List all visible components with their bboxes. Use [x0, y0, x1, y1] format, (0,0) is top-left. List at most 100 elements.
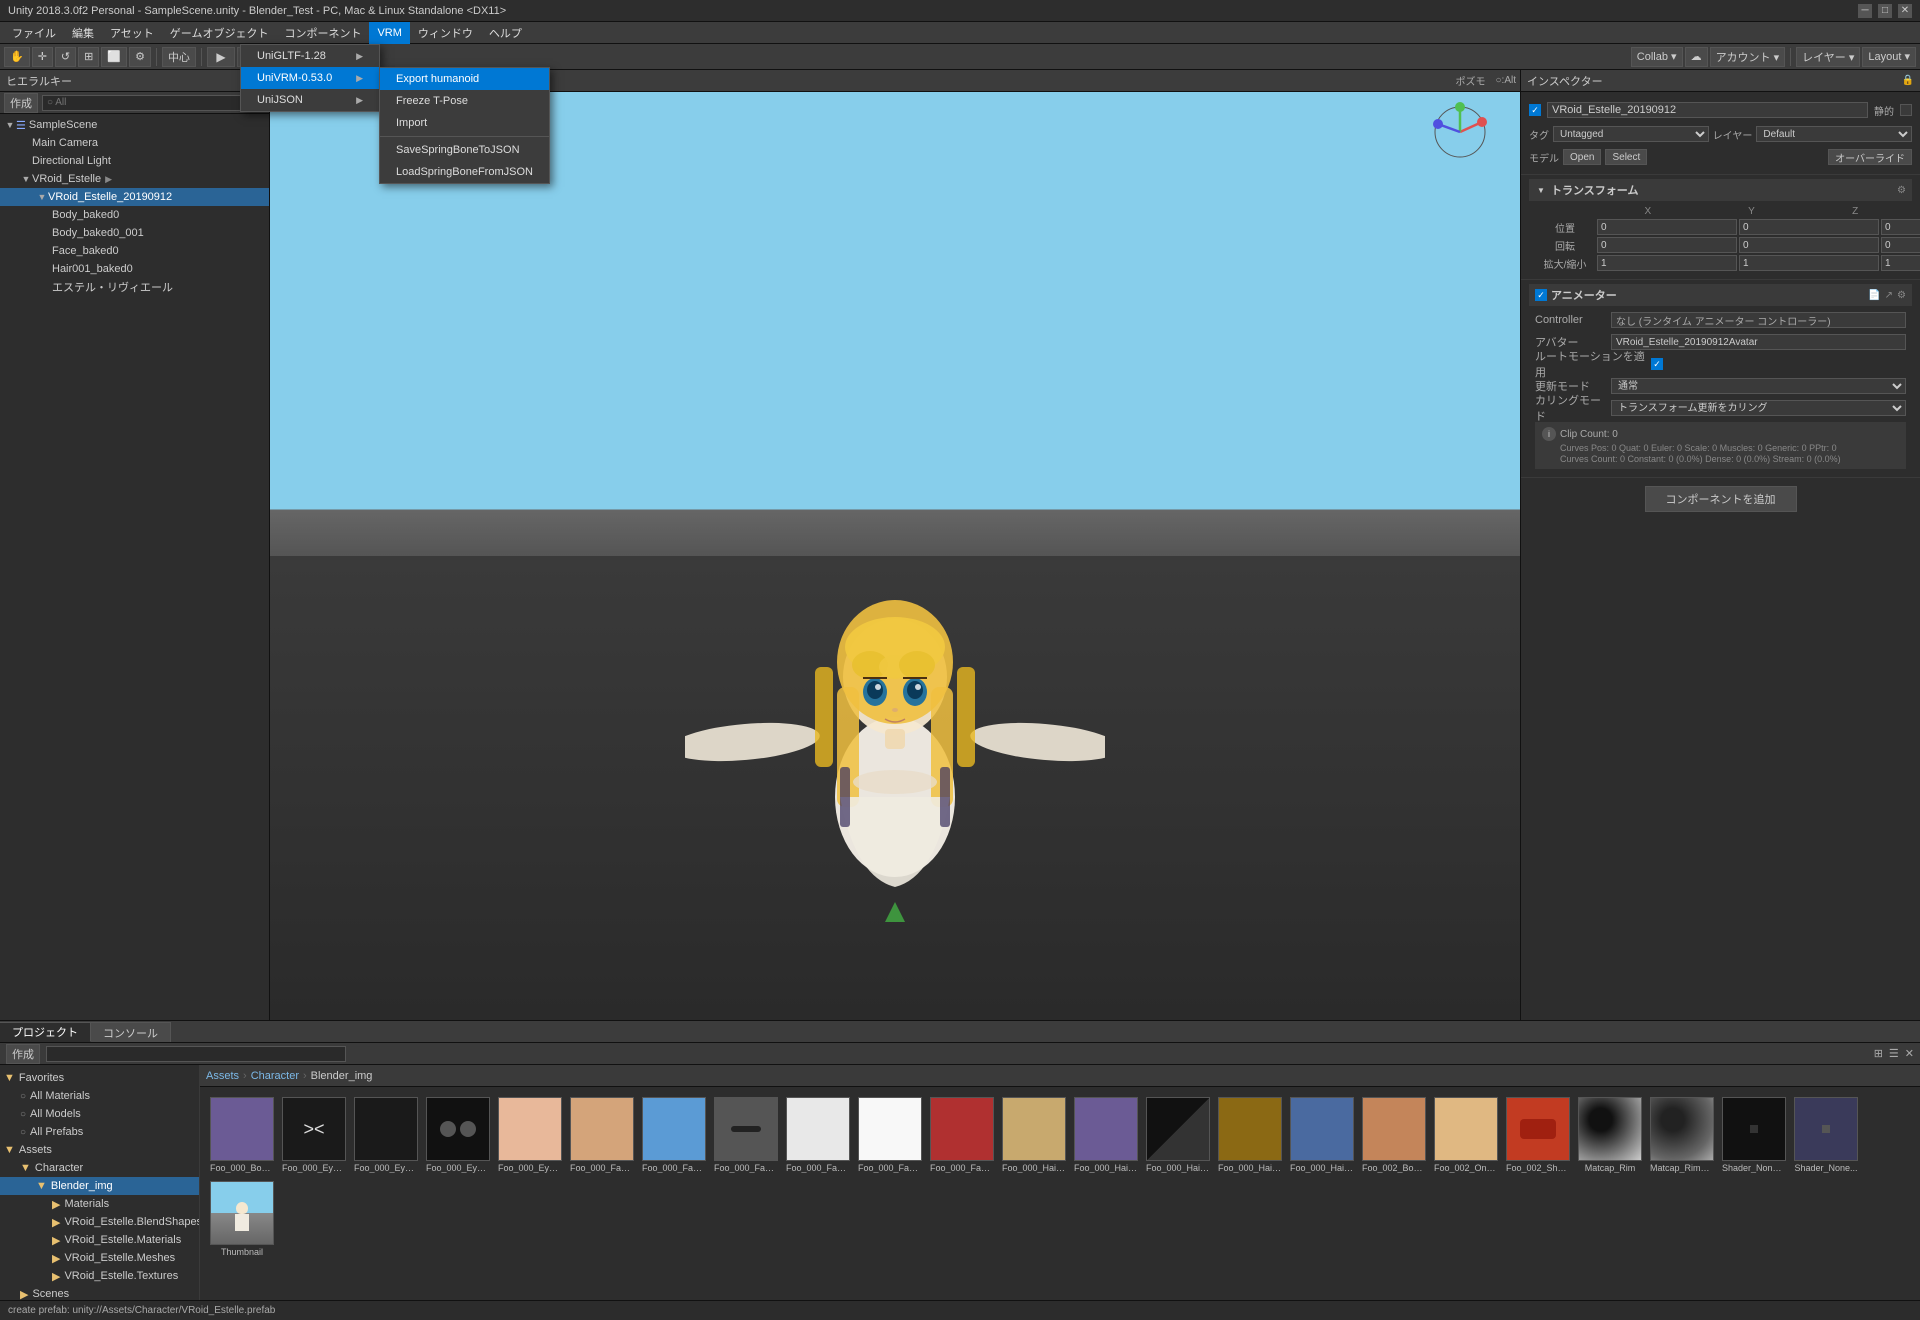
breadcrumb-assets[interactable]: Assets [206, 1070, 239, 1082]
hierarchy-item-vroid-estelle-20190912[interactable]: ▼ VRoid_Estelle_20190912 [0, 188, 269, 206]
animator-icon2[interactable]: ↗ [1885, 290, 1893, 301]
collab-button[interactable]: Collab ▾ [1631, 47, 1683, 67]
hierarchy-item-vroid-estelle[interactable]: ▼ VRoid_Estelle ▶ [0, 170, 269, 188]
asset-item-hair[interactable]: Foo_000_Hair_... [1000, 1095, 1068, 1175]
tree-assets[interactable]: ▼ Assets [0, 1141, 199, 1159]
culling-select[interactable]: トランスフォーム更新をカリング [1611, 400, 1906, 416]
maximize-button[interactable]: □ [1878, 4, 1892, 18]
menu-edit[interactable]: 編集 [64, 22, 102, 44]
asset-item-shader-none2[interactable]: Shader_None... [1792, 1095, 1860, 1175]
project-icon1[interactable]: ⊞ [1874, 1047, 1883, 1060]
account-button[interactable]: アカウント ▾ [1710, 47, 1786, 67]
tree-blendshapes[interactable]: ▶ VRoid_Estelle.BlendShapes [0, 1213, 199, 1231]
tree-all-prefabs[interactable]: ○ All Prefabs [0, 1123, 199, 1141]
asset-item-hairb[interactable]: Foo_000_HairB... [1144, 1095, 1212, 1175]
rotation-y[interactable] [1739, 237, 1879, 253]
asset-item-eyehi[interactable]: Foo_000_EyeHi... [352, 1095, 420, 1175]
transform-header[interactable]: ▼ トランスフォーム ⚙ [1529, 179, 1912, 201]
scale-x[interactable] [1597, 255, 1737, 271]
breadcrumb-character[interactable]: Character [251, 1070, 299, 1082]
asset-item-facee[interactable]: Foo_000_FaceE... [856, 1095, 924, 1175]
object-name-field[interactable] [1547, 102, 1868, 118]
menu-univrm[interactable]: UniVRM-0.53.0 Export humanoid Freeze T-P… [241, 67, 379, 89]
asset-item-face2[interactable]: Foo_000_Face... [640, 1095, 708, 1175]
menu-export-humanoid[interactable]: Export humanoid [380, 68, 549, 90]
transform-gear-icon[interactable]: ⚙ [1897, 185, 1906, 196]
layer-select[interactable]: Default [1756, 126, 1912, 142]
asset-item-thumbnail[interactable]: Thumbnail [208, 1179, 276, 1259]
asset-item-eyehi2[interactable]: Foo_000_EyeHi... [424, 1095, 492, 1175]
center-button[interactable]: 中心 [162, 47, 196, 67]
project-create-btn[interactable]: 作成 [6, 1044, 40, 1064]
move-tool[interactable]: ✛ [32, 47, 53, 67]
position-y[interactable] [1739, 219, 1879, 235]
rotate-tool[interactable]: ↺ [55, 47, 76, 67]
tree-all-materials[interactable]: ○ All Materials [0, 1087, 199, 1105]
tab-project[interactable]: プロジェクト [0, 1022, 91, 1042]
menu-gameobject[interactable]: ゲームオブジェクト [162, 22, 277, 44]
tag-select[interactable]: Untagged [1553, 126, 1709, 142]
position-z[interactable] [1881, 219, 1920, 235]
project-icon3[interactable]: ✕ [1905, 1047, 1914, 1060]
add-component-button[interactable]: コンポーネントを追加 [1645, 486, 1797, 512]
scale-z[interactable] [1881, 255, 1920, 271]
asset-item-shader-none[interactable]: Shader_NoneB... [1720, 1095, 1788, 1175]
tree-favorites[interactable]: ▼ Favorites [0, 1069, 199, 1087]
animator-active-checkbox[interactable]: ✓ [1535, 289, 1547, 301]
hierarchy-item-estelle[interactable]: エステル・リヴィエール [0, 278, 269, 296]
layout-button[interactable]: Layout ▾ [1862, 47, 1916, 67]
menu-freeze-tpose[interactable]: Freeze T-Pose [380, 90, 549, 112]
tree-scenes[interactable]: ▶ Scenes [0, 1285, 199, 1300]
hierarchy-item-face-baked0[interactable]: Face_baked0 [0, 242, 269, 260]
menu-window[interactable]: ウィンドウ [410, 22, 481, 44]
asset-item-face3[interactable]: Foo_000_Face... [712, 1095, 780, 1175]
hierarchy-item-directionallight[interactable]: Directional Light [0, 152, 269, 170]
hierarchy-item-samplescene[interactable]: ▼ ☰ SampleScene [0, 116, 269, 134]
transform-tool[interactable]: ⚙ [129, 47, 151, 67]
tree-meshes[interactable]: ▶ VRoid_Estelle.Meshes [0, 1249, 199, 1267]
asset-item-hairb3[interactable]: Foo_000_HairB... [1288, 1095, 1356, 1175]
asset-item-onep[interactable]: Foo_002_Onep... [1432, 1095, 1500, 1175]
menu-component[interactable]: コンポーネント [276, 22, 369, 44]
menu-assets[interactable]: アセット [102, 22, 162, 44]
scene-view[interactable] [270, 92, 1520, 1020]
menu-save-spring[interactable]: SaveSpringBoneToJSON [380, 139, 549, 161]
tree-materials2[interactable]: ▶ VRoid_Estelle.Materials [0, 1231, 199, 1249]
animator-header[interactable]: ✓ アニメーター 📄 ↗ ⚙ [1529, 284, 1912, 306]
hierarchy-item-hair001-baked0[interactable]: Hair001_baked0 [0, 260, 269, 278]
menu-help[interactable]: ヘルプ [481, 22, 530, 44]
tree-blender-img[interactable]: ▼ Blender_img [0, 1177, 199, 1195]
model-open-btn[interactable]: Open [1563, 149, 1601, 165]
rect-tool[interactable]: ⬜ [101, 47, 127, 67]
position-x[interactable] [1597, 219, 1737, 235]
asset-item-body[interactable]: Foo_000_Body... [208, 1095, 276, 1175]
model-select-btn[interactable]: Select [1605, 149, 1647, 165]
hierarchy-create-btn[interactable]: 作成 [4, 93, 38, 113]
object-active-checkbox[interactable]: ✓ [1529, 104, 1541, 116]
tab-console[interactable]: コンソール [91, 1022, 171, 1042]
scale-tool[interactable]: ⊞ [78, 47, 99, 67]
project-search[interactable] [46, 1046, 346, 1062]
tree-character[interactable]: ▼ Character [0, 1159, 199, 1177]
rotation-z[interactable] [1881, 237, 1920, 253]
asset-item-eyew[interactable]: Foo_000_EyeW... [496, 1095, 564, 1175]
asset-item-matcap-rimha[interactable]: Matcap_RimHa... [1648, 1095, 1716, 1175]
project-icon2[interactable]: ☰ [1889, 1047, 1899, 1060]
hierarchy-item-maincamera[interactable]: Main Camera [0, 134, 269, 152]
layer-button[interactable]: レイヤー ▾ [1796, 47, 1860, 67]
hand-tool[interactable]: ✋ [4, 47, 30, 67]
menu-unijson[interactable]: UniJSON [241, 89, 379, 111]
asset-item-faceb[interactable]: Foo_000_FaceB... [784, 1095, 852, 1175]
asset-item-body2[interactable]: Foo_002_Body... [1360, 1095, 1428, 1175]
cloud-button[interactable]: ☁ [1685, 47, 1708, 67]
asset-item-hairb2[interactable]: Foo_000_HairB... [1216, 1095, 1284, 1175]
hierarchy-item-body-baked0-001[interactable]: Body_baked0_001 [0, 224, 269, 242]
animator-icon1[interactable]: 📄 [1868, 290, 1880, 301]
asset-item-shoe[interactable]: Foo_002_Shoe... [1504, 1095, 1572, 1175]
play-button[interactable]: ▶ [207, 47, 235, 67]
static-checkbox[interactable] [1900, 104, 1912, 116]
root-motion-checkbox[interactable]: ✓ [1651, 358, 1663, 370]
update-mode-select[interactable]: 通常 [1611, 378, 1906, 394]
menu-vrm[interactable]: VRM [369, 22, 409, 44]
scale-y[interactable] [1739, 255, 1879, 271]
